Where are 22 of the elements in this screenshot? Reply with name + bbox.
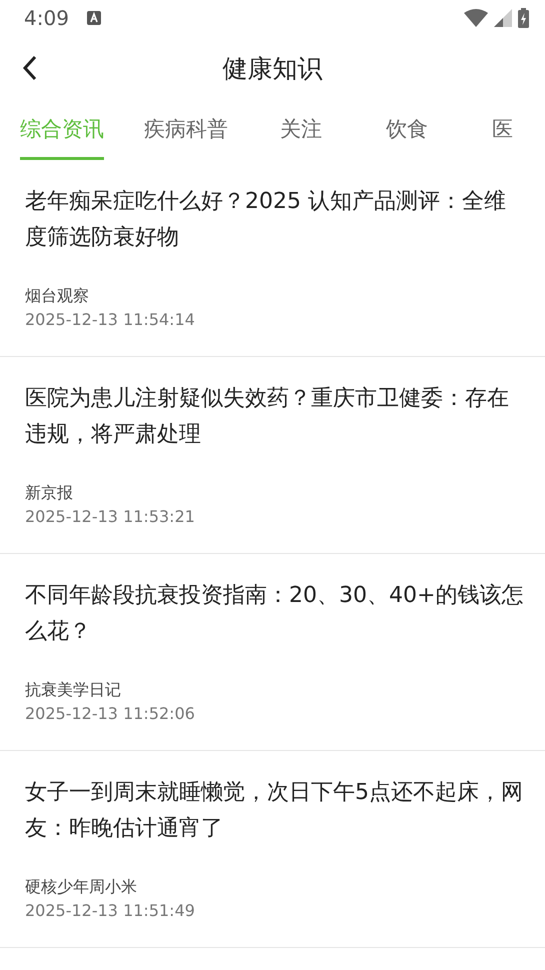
article-title[interactable]: 不同年龄段抗衰投资指南：20、30、40+的钱该怎么花？: [25, 578, 525, 664]
article-source: 抗衰美学日记: [25, 679, 122, 701]
article-title[interactable]: 老年痴呆症吃什么好？2025 认知产品测评：全维度筛选防衰好物: [25, 184, 525, 270]
category-tab[interactable]: 关注: [280, 100, 322, 160]
category-tab[interactable]: 医: [492, 100, 513, 160]
page-title: 健康知识: [222, 52, 322, 84]
article-time: 2025-12-13 11:53:21: [25, 506, 196, 528]
article-source: 新京报: [25, 482, 74, 504]
battery-icon: [518, 8, 529, 28]
article-time: 2025-12-13 11:54:14: [25, 309, 196, 331]
article-source: 烟台观察: [25, 285, 90, 307]
category-tab[interactable]: 疾病科普: [144, 100, 228, 160]
article-time: 2025-12-13 11:51:49: [25, 900, 196, 922]
article-source: 硬核少年周小米: [25, 876, 138, 898]
article-time: 2025-12-13 11:52:06: [25, 703, 196, 725]
signal-icon: [494, 9, 512, 27]
category-tab[interactable]: 饮食: [386, 100, 428, 160]
status-time: 4:09: [24, 6, 69, 30]
article-title[interactable]: 医院为患儿注射疑似失效药？重庆市卫健委：存在违规，将严肃处理: [25, 381, 525, 467]
notification-icon: [86, 11, 101, 25]
article-title[interactable]: 女子一到周末就睡懒觉，次日下午5点还不起床，网友：昨晚估计通宵了: [25, 775, 525, 861]
wifi-icon: [464, 9, 488, 27]
